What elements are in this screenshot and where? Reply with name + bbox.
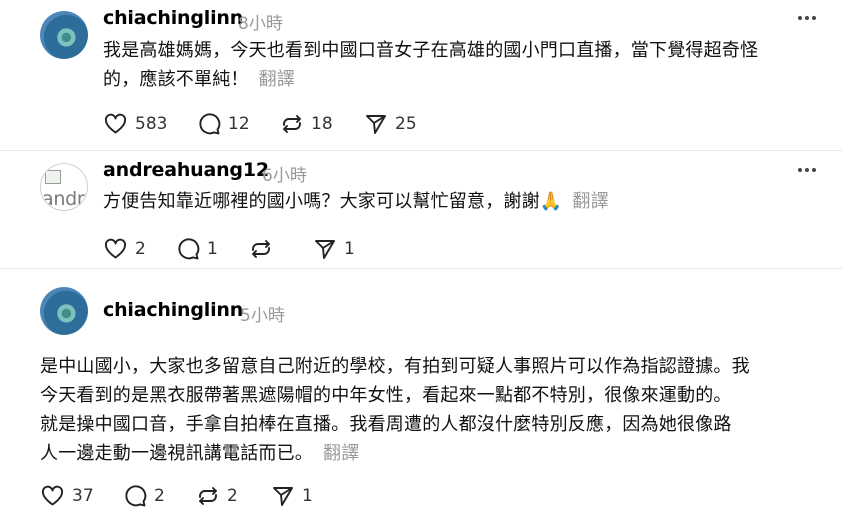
- content-line: 今天看到的是黑衣服帶著黑遮陽帽的中年女性，看起來一點都不特別，很像來運動的。: [40, 385, 732, 406]
- like-button[interactable]: 37: [40, 483, 94, 509]
- repost-count: 2: [227, 486, 238, 506]
- repost-button[interactable]: 18: [280, 111, 333, 137]
- translate-link[interactable]: 翻譯: [259, 69, 295, 90]
- like-button[interactable]: 583: [103, 111, 167, 137]
- post-3: chiachinglinn 5小時 是中山國小，大家也多留意自己附近的學校，有拍…: [0, 269, 842, 528]
- comment-button[interactable]: 1: [176, 236, 218, 262]
- avatar-alt-text: andr: [42, 188, 85, 210]
- translate-link[interactable]: 翻譯: [572, 191, 608, 212]
- avatar[interactable]: [40, 287, 88, 335]
- repost-icon: [283, 115, 301, 133]
- share-count: 1: [344, 239, 355, 259]
- post-content: 方便告知靠近哪裡的國小嗎？大家可以幫忙留意，謝謝🙏 翻譯: [103, 187, 609, 216]
- comment-button[interactable]: 2: [123, 483, 165, 509]
- comment-bubble-icon: [125, 485, 147, 507]
- repost-button[interactable]: [249, 236, 273, 262]
- share-count: 25: [395, 114, 417, 134]
- avatar[interactable]: [40, 11, 88, 59]
- send-icon: [315, 240, 335, 259]
- share-count: 1: [302, 486, 313, 506]
- comment-button[interactable]: 12: [197, 111, 250, 137]
- comment-count: 1: [207, 239, 218, 259]
- timestamp[interactable]: 8小時: [238, 9, 283, 34]
- heart-icon: [41, 485, 64, 506]
- content-line: 方便告知靠近哪裡的國小嗎？大家可以幫忙留意，謝謝🙏 翻譯: [103, 191, 609, 212]
- content-line: 就是操中國口音，手拿自拍棒在直播。我看周遭的人都沒什麼特別反應，因為她很像路: [40, 414, 732, 435]
- action-bar: 37 2 2 1: [40, 483, 340, 509]
- timestamp[interactable]: 6小時: [262, 161, 307, 186]
- username[interactable]: chiachinglinn: [103, 7, 243, 29]
- translate-link[interactable]: 翻譯: [323, 443, 359, 464]
- post-content: 我是高雄媽媽，今天也看到中國口音女子在高雄的國小門口直播，當下覺得超奇怪 的，應…: [103, 36, 758, 94]
- timestamp[interactable]: 5小時: [240, 301, 285, 326]
- share-button[interactable]: 1: [313, 236, 355, 262]
- share-button[interactable]: 1: [271, 483, 313, 509]
- share-button[interactable]: 25: [364, 111, 417, 137]
- heart-icon: [104, 113, 127, 134]
- username[interactable]: chiachinglinn: [103, 299, 243, 321]
- comment-count: 2: [154, 486, 165, 506]
- content-line: 是中山國小，大家也多留意自己附近的學校，有拍到可疑人事照片可以作為指認證據。我: [40, 356, 750, 377]
- like-count: 37: [72, 486, 94, 506]
- send-icon: [366, 115, 386, 134]
- like-count: 2: [135, 239, 146, 259]
- like-count: 583: [135, 114, 168, 134]
- action-bar: 2 1 1: [103, 236, 363, 262]
- heart-icon: [104, 238, 127, 259]
- comment-bubble-icon: [199, 113, 221, 135]
- avatar[interactable]: andr: [40, 163, 88, 211]
- repost-button[interactable]: 2: [196, 483, 238, 509]
- action-bar: 583 12 18 25: [103, 111, 433, 137]
- content-line: 的，應該不單純！ 翻譯: [103, 69, 296, 90]
- repost-icon: [252, 240, 270, 258]
- content-line: 我是高雄媽媽，今天也看到中國口音女子在高雄的國小門口直播，當下覺得超奇怪: [103, 40, 759, 61]
- username[interactable]: andreahuang12: [103, 159, 269, 181]
- comment-count: 12: [228, 114, 250, 134]
- post-2: andr andreahuang12 6小時 方便告知靠近哪裡的國小嗎？大家可以…: [0, 151, 842, 283]
- post-content: 是中山國小，大家也多留意自己附近的學校，有拍到可疑人事照片可以作為指認證據。我 …: [40, 352, 750, 468]
- post-1: chiachinglinn 8小時 我是高雄媽媽，今天也看到中國口音女子在高雄的…: [0, 0, 842, 150]
- send-icon: [273, 487, 293, 506]
- like-button[interactable]: 2: [103, 236, 146, 262]
- repost-count: 18: [311, 114, 333, 134]
- repost-icon: [199, 487, 217, 505]
- more-dots-icon[interactable]: [798, 168, 818, 174]
- comment-bubble-icon: [178, 238, 200, 260]
- broken-image-icon: [45, 170, 61, 184]
- content-line: 人一邊走動一邊視訊講電話而已。 翻譯: [40, 443, 360, 464]
- more-dots-icon[interactable]: [798, 16, 818, 22]
